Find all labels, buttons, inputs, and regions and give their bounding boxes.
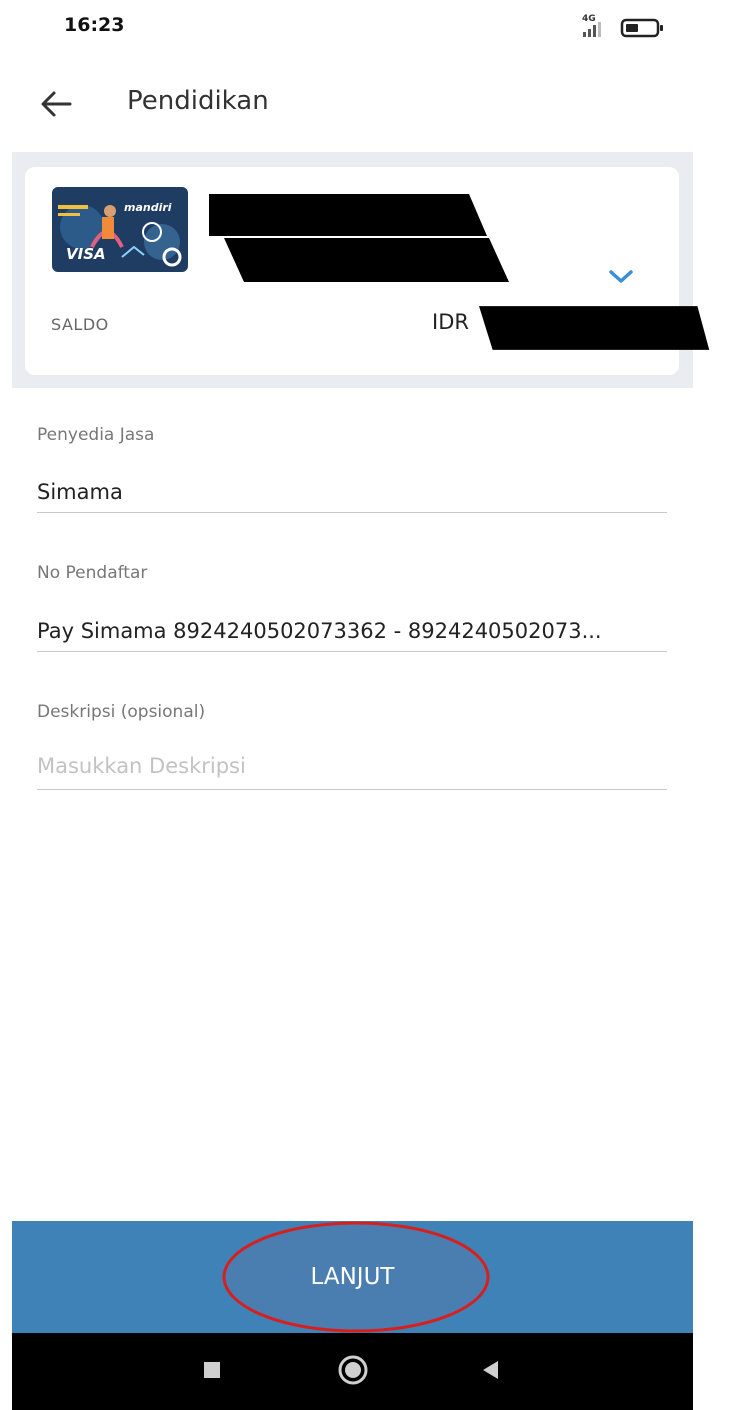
- signal-icon: [583, 22, 601, 37]
- continue-button[interactable]: LANJUT: [12, 1221, 693, 1333]
- provider-value[interactable]: Simama: [37, 480, 667, 504]
- page-title: Pendidikan: [127, 86, 269, 116]
- recent-apps-icon[interactable]: [202, 1360, 222, 1380]
- battery-icon: [620, 18, 663, 38]
- balance-label: SALDO: [51, 315, 109, 334]
- card-network-logo: VISA: [66, 245, 106, 263]
- back-nav-icon[interactable]: [480, 1359, 502, 1381]
- registration-value[interactable]: Pay Simama 8924240502073362 - 8924240502…: [37, 619, 667, 643]
- chevron-down-icon[interactable]: [605, 265, 637, 289]
- provider-label: Penyedia Jasa: [37, 425, 155, 445]
- redacted-account-name: [209, 194, 509, 282]
- status-time: 16:23: [64, 14, 125, 36]
- provider-underline: [37, 512, 667, 513]
- redacted-balance: [479, 306, 710, 350]
- debit-card-image: mandiri VISA: [52, 187, 188, 272]
- continue-button-label: LANJUT: [310, 1264, 395, 1290]
- card-brand-logo: mandiri: [124, 201, 172, 214]
- provider-field: Penyedia Jasa Simama: [37, 425, 667, 513]
- registration-underline: [37, 651, 667, 652]
- system-nav-bar: [12, 1333, 693, 1410]
- description-field: Deskripsi (opsional): [37, 702, 667, 790]
- home-icon[interactable]: [337, 1354, 369, 1386]
- account-section: mandiri VISA SALDO IDR: [12, 152, 693, 388]
- back-arrow-icon[interactable]: [36, 84, 76, 124]
- registration-field: No Pendaftar Pay Simama 8924240502073362…: [37, 563, 667, 652]
- balance-currency: IDR: [432, 310, 469, 334]
- description-label: Deskripsi (opsional): [37, 702, 206, 722]
- app-header: Pendidikan: [0, 56, 693, 152]
- description-input[interactable]: [37, 754, 667, 778]
- screen-margin: [693, 0, 732, 1410]
- status-bar: 16:23 4G: [0, 0, 693, 56]
- registration-label: No Pendaftar: [37, 563, 148, 583]
- description-underline: [37, 789, 667, 790]
- status-icons: 4G: [577, 14, 667, 40]
